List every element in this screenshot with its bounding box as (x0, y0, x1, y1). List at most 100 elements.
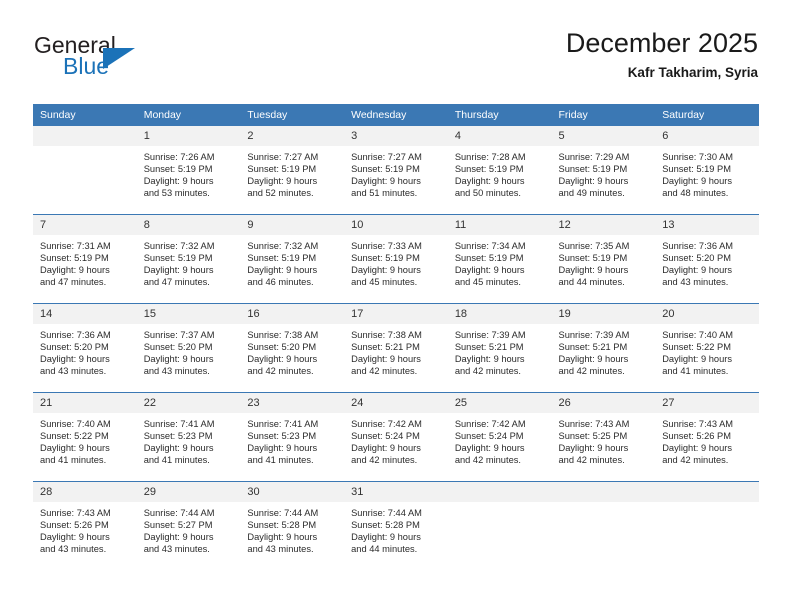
day-sunrise-text: Sunrise: 7:40 AM (662, 330, 734, 340)
day-daylight-text: and 49 minutes. (558, 188, 625, 199)
calendar-day-cell[interactable]: 6 Sunrise: 7:30 AM Sunset: 5:19 PM Daylight… (655, 126, 759, 215)
day-daylight-text: and 42 minutes. (351, 455, 418, 466)
day-number: 19 (551, 304, 656, 324)
calendar-day-cell[interactable]: 8 Sunrise: 7:32 AM Sunset: 5:19 PM Daylight… (136, 214, 241, 304)
calendar-day-cell[interactable]: 11 Sunrise: 7:34 AM Sunset: 5:19 PM Dayligh… (447, 214, 552, 304)
day-details: Sunrise: 7:33 AM Sunset: 5:19 PM Daylight:… (344, 235, 448, 288)
day-daylight-text: Daylight: 9 hours (247, 443, 318, 454)
day-details: Sunrise: 7:28 AM Sunset: 5:19 PM Daylight:… (448, 146, 552, 199)
calendar-day-cell[interactable]: 2 Sunrise: 7:27 AM Sunset: 5:19 PM Daylight… (240, 126, 345, 215)
day-details: Sunrise: 7:43 AM Sunset: 5:26 PM Daylight:… (33, 502, 137, 555)
day-details: Sunrise: 7:32 AM Sunset: 5:19 PM Daylight:… (137, 235, 241, 288)
day-sunrise-text: Sunrise: 7:31 AM (40, 241, 111, 251)
calendar-day-cell[interactable]: 26 Sunrise: 7:43 AM Sunset: 5:25 PM Dayligh… (551, 392, 656, 482)
calendar-day-cell[interactable]: 16 Sunrise: 7:38 AM Sunset: 5:20 PM Dayligh… (240, 303, 345, 393)
calendar-day-cell[interactable]: 22 Sunrise: 7:41 AM Sunset: 5:23 PM Dayligh… (136, 392, 241, 482)
calendar-week-row: 1 Sunrise: 7:26 AM Sunset: 5:19 PM Daylight… (33, 126, 759, 215)
day-daylight-text: and 42 minutes. (351, 366, 418, 377)
calendar-week-row: 28 Sunrise: 7:43 AM Sunset: 5:26 PM Dayligh… (33, 481, 759, 570)
calendar-day-cell[interactable]: 19 Sunrise: 7:39 AM Sunset: 5:21 PM Dayligh… (551, 303, 656, 393)
calendar-page: General Blue December 2025 Kafr Takharim… (0, 0, 792, 612)
day-daylight-text: Daylight: 9 hours (247, 354, 318, 365)
day-daylight-text: and 43 minutes. (40, 544, 107, 555)
calendar-day-cell[interactable]: 30 Sunrise: 7:44 AM Sunset: 5:28 PM Dayligh… (240, 481, 345, 570)
calendar-day-cell-empty (33, 126, 137, 215)
day-sunset-text: Sunset: 5:19 PM (558, 164, 628, 175)
day-details: Sunrise: 7:44 AM Sunset: 5:28 PM Daylight:… (240, 502, 344, 555)
calendar-day-cell[interactable]: 21 Sunrise: 7:40 AM Sunset: 5:22 PM Dayligh… (33, 392, 137, 482)
day-number (33, 126, 137, 146)
calendar-day-cell[interactable]: 14 Sunrise: 7:36 AM Sunset: 5:20 PM Dayligh… (33, 303, 137, 393)
day-sunrise-text: Sunrise: 7:41 AM (143, 419, 215, 429)
day-daylight-text: Daylight: 9 hours (558, 176, 629, 187)
day-daylight-text: and 51 minutes. (351, 188, 418, 199)
day-daylight-text: Daylight: 9 hours (454, 443, 525, 454)
day-details: Sunrise: 7:41 AM Sunset: 5:23 PM Daylight:… (240, 413, 344, 466)
day-number: 8 (136, 215, 241, 235)
day-sunrise-text: Sunrise: 7:36 AM (662, 241, 734, 251)
calendar-day-cell[interactable]: 13 Sunrise: 7:36 AM Sunset: 5:20 PM Dayligh… (655, 214, 759, 304)
calendar-day-cell[interactable]: 17 Sunrise: 7:38 AM Sunset: 5:21 PM Dayligh… (344, 303, 448, 393)
calendar-day-cell[interactable]: 29 Sunrise: 7:44 AM Sunset: 5:27 PM Dayligh… (136, 481, 241, 570)
brand-name-bottom: Blue (63, 53, 110, 79)
calendar-day-cell[interactable]: 1 Sunrise: 7:26 AM Sunset: 5:19 PM Daylight… (136, 126, 241, 215)
day-daylight-text: Daylight: 9 hours (662, 354, 732, 365)
day-daylight-text: Daylight: 9 hours (143, 265, 214, 276)
weekday-header-monday: Monday (136, 104, 241, 126)
day-details: Sunrise: 7:38 AM Sunset: 5:20 PM Daylight:… (240, 324, 344, 377)
calendar-day-cell[interactable]: 25 Sunrise: 7:42 AM Sunset: 5:24 PM Dayligh… (447, 392, 552, 482)
calendar-day-cell[interactable]: 23 Sunrise: 7:41 AM Sunset: 5:23 PM Dayligh… (240, 392, 345, 482)
calendar-day-cell[interactable]: 15 Sunrise: 7:37 AM Sunset: 5:20 PM Dayligh… (136, 303, 241, 393)
day-details: Sunrise: 7:44 AM Sunset: 5:28 PM Daylight:… (344, 502, 448, 555)
calendar-day-cell[interactable]: 12 Sunrise: 7:35 AM Sunset: 5:19 PM Dayligh… (551, 214, 656, 304)
day-number: 7 (33, 215, 137, 235)
calendar-day-cell-empty (655, 481, 759, 570)
day-sunset-text: Sunset: 5:19 PM (454, 253, 524, 264)
day-details (448, 502, 552, 507)
calendar-day-cell[interactable]: 28 Sunrise: 7:43 AM Sunset: 5:26 PM Dayligh… (33, 481, 137, 570)
day-sunset-text: Sunset: 5:24 PM (454, 431, 524, 442)
day-sunset-text: Sunset: 5:19 PM (143, 253, 213, 264)
calendar-day-cell[interactable]: 18 Sunrise: 7:39 AM Sunset: 5:21 PM Dayligh… (447, 303, 552, 393)
day-sunset-text: Sunset: 5:19 PM (351, 253, 420, 264)
day-number: 5 (551, 126, 656, 146)
calendar-day-cell[interactable]: 24 Sunrise: 7:42 AM Sunset: 5:24 PM Dayligh… (344, 392, 448, 482)
day-number: 28 (33, 482, 137, 502)
day-sunrise-text: Sunrise: 7:26 AM (143, 152, 215, 162)
day-details: Sunrise: 7:43 AM Sunset: 5:26 PM Daylight:… (655, 413, 759, 466)
day-daylight-text: Daylight: 9 hours (40, 443, 110, 454)
calendar-day-cell[interactable]: 5 Sunrise: 7:29 AM Sunset: 5:19 PM Daylight… (551, 126, 656, 215)
weekday-header-wednesday: Wednesday (344, 104, 448, 126)
calendar-day-cell[interactable]: 27 Sunrise: 7:43 AM Sunset: 5:26 PM Dayligh… (655, 392, 759, 482)
calendar-week-row: 14 Sunrise: 7:36 AM Sunset: 5:20 PM Dayligh… (33, 303, 759, 393)
calendar-day-cell[interactable]: 4 Sunrise: 7:28 AM Sunset: 5:19 PM Daylight… (447, 126, 552, 215)
day-details: Sunrise: 7:39 AM Sunset: 5:21 PM Daylight:… (552, 324, 656, 377)
day-number: 25 (447, 393, 552, 413)
calendar-day-cell[interactable]: 9 Sunrise: 7:32 AM Sunset: 5:19 PM Daylight… (240, 214, 345, 304)
day-sunset-text: Sunset: 5:28 PM (351, 520, 420, 531)
day-daylight-text: Daylight: 9 hours (662, 443, 732, 454)
day-sunset-text: Sunset: 5:19 PM (247, 253, 317, 264)
brand-logo[interactable]: General Blue (34, 34, 214, 94)
calendar-day-cell[interactable]: 20 Sunrise: 7:40 AM Sunset: 5:22 PM Dayligh… (655, 303, 759, 393)
calendar-day-cell[interactable]: 3 Sunrise: 7:27 AM Sunset: 5:19 PM Daylight… (344, 126, 448, 215)
day-details: Sunrise: 7:35 AM Sunset: 5:19 PM Daylight:… (552, 235, 656, 288)
day-number: 26 (551, 393, 656, 413)
day-daylight-text: and 45 minutes. (351, 277, 418, 288)
day-number (447, 482, 552, 502)
day-sunset-text: Sunset: 5:26 PM (662, 431, 731, 442)
day-details: Sunrise: 7:31 AM Sunset: 5:19 PM Daylight:… (33, 235, 137, 288)
day-daylight-text: and 41 minutes. (662, 366, 729, 377)
day-daylight-text: Daylight: 9 hours (351, 532, 421, 543)
day-details: Sunrise: 7:43 AM Sunset: 5:25 PM Daylight:… (552, 413, 656, 466)
day-daylight-text: Daylight: 9 hours (351, 443, 421, 454)
day-number: 3 (344, 126, 448, 146)
calendar-day-cell[interactable]: 10 Sunrise: 7:33 AM Sunset: 5:19 PM Dayligh… (344, 214, 448, 304)
day-details: Sunrise: 7:39 AM Sunset: 5:21 PM Daylight:… (448, 324, 552, 377)
calendar-day-cell[interactable]: 31 Sunrise: 7:44 AM Sunset: 5:28 PM Dayligh… (344, 481, 448, 570)
calendar-day-cell[interactable]: 7 Sunrise: 7:31 AM Sunset: 5:19 PM Daylight… (33, 214, 137, 304)
weekday-header-saturday: Saturday (655, 104, 759, 126)
day-daylight-text: and 44 minutes. (558, 277, 625, 288)
day-details: Sunrise: 7:36 AM Sunset: 5:20 PM Daylight:… (655, 235, 759, 288)
day-daylight-text: and 43 minutes. (247, 544, 314, 555)
